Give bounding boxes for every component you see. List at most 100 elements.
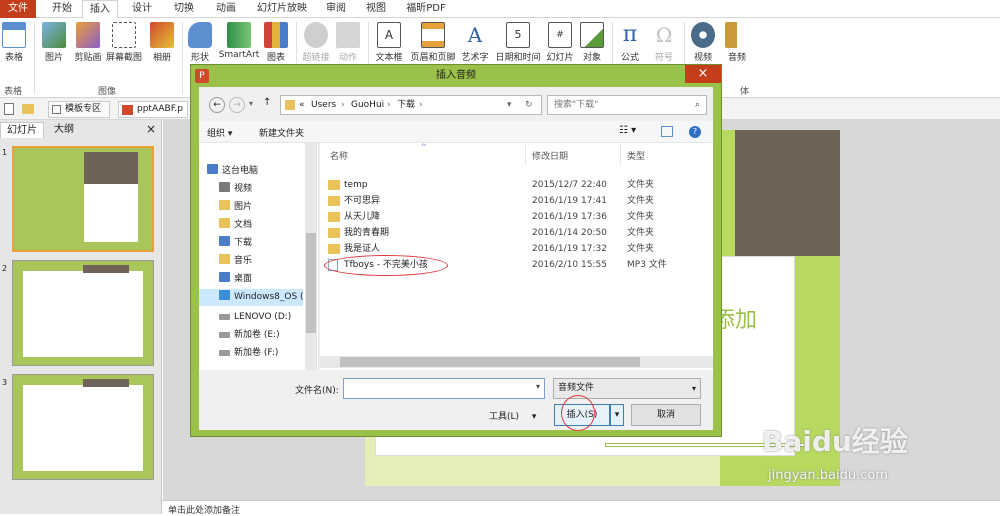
column-header-date[interactable]: 修改日期 [532,149,568,162]
tab-review[interactable]: 审阅 [318,0,354,18]
header-footer-button[interactable]: 页眉和页脚 [408,22,458,63]
slide-thumbnail-2[interactable] [12,260,154,366]
breadcrumb-downloads[interactable]: 下载 [397,96,415,114]
equation-button[interactable]: π 公式 [616,22,644,63]
help-icon[interactable]: ? [689,126,701,138]
slide-thumbnail-1[interactable] [12,146,154,252]
preview-pane-icon[interactable] [661,126,673,137]
insert-options-dropdown[interactable]: ▾ [610,404,624,426]
dialog-footer: 文件名(N): ▾ 音频文件 ▾ 工具(L) ▾ 插入(S) ▾ 取消 [199,370,713,431]
new-folder-button[interactable]: 新建文件夹 [259,126,304,139]
column-header-name[interactable]: 名称 [330,149,348,162]
chart-button[interactable]: 图表 [262,22,290,63]
tab-file[interactable]: 文件 [0,0,36,18]
up-folder-button[interactable]: ↑ [263,97,271,108]
breadcrumb-root[interactable]: « [299,96,305,114]
file-row[interactable]: 我的青春期 2016/1/14 20:50 文件夹 [326,225,696,241]
new-doc-icon[interactable] [4,103,14,115]
audio-button[interactable]: 音频 [722,22,752,63]
slide-number-button[interactable]: # 幻灯片 [544,22,576,63]
nav-drive-c[interactable]: Windows8_OS ( [199,289,304,306]
tab-slides[interactable]: 幻灯片 [0,122,44,138]
forward-button[interactable]: → [229,97,245,113]
column-header-type[interactable]: 类型 [627,149,645,162]
slide-number: 3 [2,378,8,387]
tab-foxit-pdf[interactable]: 福昕PDF [400,0,452,18]
back-button[interactable]: ← [209,97,225,113]
file-row[interactable]: temp 2015/12/7 22:40 文件夹 [326,177,696,193]
recent-locations-chevron-icon[interactable]: ▾ [249,99,253,108]
nav-scrollbar-thumb[interactable] [306,233,316,333]
dialog-body: ← → ▾ ↑ « Users › GuoHui › 下载 › ▾ ↻ 搜索"下… [199,87,713,431]
nav-music[interactable]: 音乐 [219,253,252,270]
slide-number: 1 [2,148,8,157]
tab-animations[interactable]: 动画 [208,0,244,18]
hyperlink-button[interactable]: 超链接 [300,22,332,63]
pictures-folder-icon [219,200,230,210]
textbox-button[interactable]: A 文本框 [372,22,406,63]
close-pane-icon[interactable]: × [146,122,156,136]
screenshot-button[interactable]: 屏幕截图 [104,22,144,63]
tab-transitions[interactable]: 切换 [166,0,202,18]
file-row[interactable]: 从天儿降 2016/1/19 17:36 文件夹 [326,209,696,225]
nav-pictures[interactable]: 图片 [219,199,252,216]
wordart-button[interactable]: A 艺术字 [458,22,492,63]
folder-icon [328,180,340,190]
tab-presentation-file[interactable]: pptAABF.p [118,101,188,118]
table-icon [2,22,26,48]
date-time-button[interactable]: 5 日期和时间 [494,22,542,63]
slide-thumbnail-3[interactable] [12,374,154,480]
folder-icon [328,196,340,206]
picture-icon [42,22,66,48]
nav-this-pc[interactable]: 这台电脑 [207,163,258,180]
downloads-folder-icon [219,236,230,246]
cancel-button[interactable]: 取消 [631,404,701,426]
address-dropdown-icon[interactable]: ▾ [507,96,512,114]
picture-button[interactable]: 图片 [40,22,68,63]
address-bar[interactable]: « Users › GuoHui › 下载 › ▾ ↻ [280,95,542,115]
tab-slideshow[interactable]: 幻灯片放映 [252,0,312,18]
open-folder-icon[interactable] [22,104,34,114]
tab-view[interactable]: 视图 [358,0,394,18]
tab-home[interactable]: 开始 [44,0,80,18]
clipart-button[interactable]: 剪贴画 [72,22,104,63]
notes-pane[interactable]: 单击此处添加备注 [162,500,1000,516]
photo-album-button[interactable]: 相册 [148,22,176,63]
video-button[interactable]: 视频 [688,22,718,63]
close-dialog-button[interactable]: × [685,65,721,83]
tab-insert[interactable]: 插入 [82,0,118,19]
search-input[interactable]: 搜索"下载" ⌕ [547,95,707,115]
refresh-icon[interactable]: ↻ [525,96,533,114]
table-button[interactable]: 表格 [0,22,28,63]
filename-input[interactable]: ▾ [343,378,545,399]
symbol-button[interactable]: Ω 符号 [650,22,678,63]
smartart-button[interactable]: SmartArt [218,22,260,60]
nav-documents[interactable]: 文档 [219,217,252,234]
action-button[interactable]: 动作 [334,22,362,63]
dialog-title: 插入音频 [436,70,476,81]
breadcrumb-users[interactable]: Users [311,96,336,114]
file-row[interactable]: 不可思异 2016/1/19 17:41 文件夹 [326,193,696,209]
organize-menu[interactable]: 组织 ▾ [207,126,232,139]
slide-thumbnail-pane: 幻灯片 大纲 × 1 2 3 [0,120,162,514]
folder-icon [328,212,340,222]
file-list-hscrollbar-thumb[interactable] [340,357,640,367]
close-icon: × [697,66,709,81]
shapes-button[interactable]: 形状 [186,22,214,63]
breadcrumb-guohui[interactable]: GuoHui [351,96,384,114]
nav-drive-d[interactable]: LENOVO (D:) [219,309,291,326]
nav-drive-f[interactable]: 新加卷 (F:) [219,345,278,362]
tools-menu[interactable]: 工具(L) ▾ [489,409,536,422]
group-label-images: 图像 [98,87,117,97]
nav-videos[interactable]: 视频 [219,181,252,198]
nav-downloads[interactable]: 下载 [219,235,252,252]
object-button[interactable]: 对象 [578,22,606,63]
view-options-icon[interactable]: ☷ ▾ [619,125,636,136]
red-highlight-ellipse [324,255,448,276]
desktop-folder-icon [219,272,230,282]
nav-drive-e[interactable]: 新加卷 (E:) [219,327,280,344]
tab-design[interactable]: 设计 [124,0,160,18]
tab-outline[interactable]: 大纲 [48,122,80,138]
tab-template-zone[interactable]: 模板专区 [48,101,110,118]
nav-desktop[interactable]: 桌面 [219,271,252,288]
